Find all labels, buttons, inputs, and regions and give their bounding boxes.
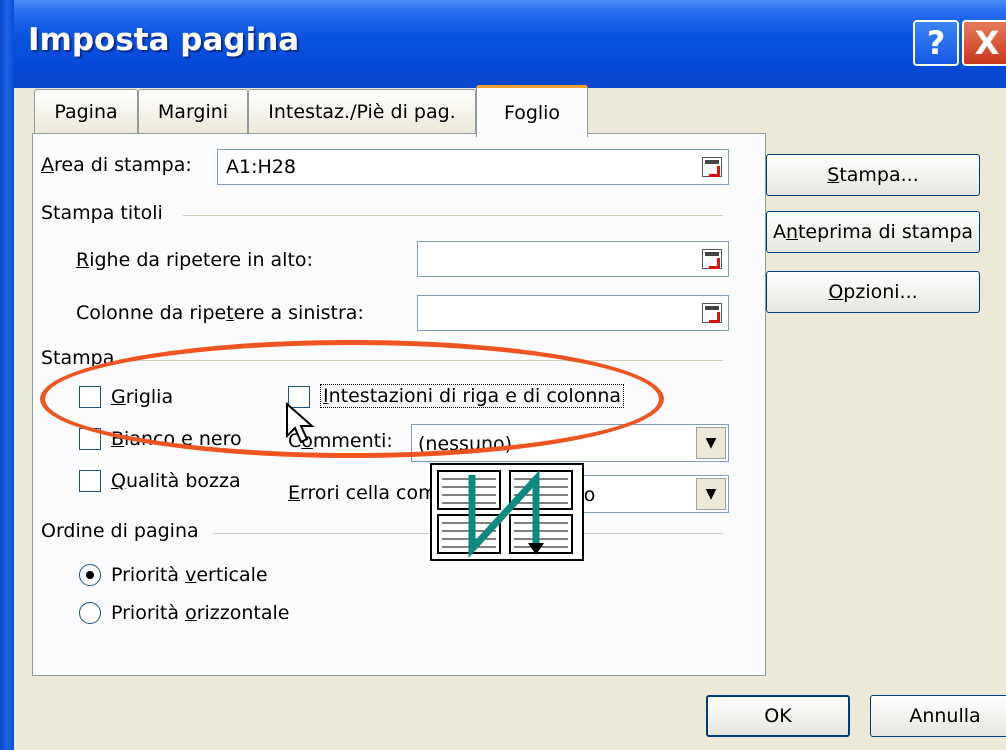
tab-margini[interactable]: Margini — [138, 89, 248, 133]
rows-to-repeat-input[interactable] — [417, 241, 729, 277]
draft-quality-checkbox[interactable] — [79, 470, 101, 492]
tab-foglio[interactable]: Foglio — [476, 85, 588, 137]
dropdown-arrow-icon[interactable]: ▼ — [696, 478, 726, 510]
over-then-down-radio[interactable] — [79, 602, 101, 624]
tab-intestazioni[interactable]: Intestaz./Piè di pag. — [248, 89, 476, 133]
close-icon: X — [974, 24, 1000, 62]
tab-label: Pagina — [54, 100, 118, 123]
dropdown-arrow-icon[interactable]: ▼ — [696, 427, 726, 459]
dialog-title: Imposta pagina — [28, 22, 300, 58]
ok-label: OK — [764, 705, 792, 727]
divider — [183, 215, 723, 216]
mouse-cursor-icon — [286, 402, 315, 444]
print-area-value: A1:H28 — [226, 156, 296, 178]
draft-quality-label: Qualità bozza — [111, 470, 241, 492]
print-titles-heading: Stampa titoli — [41, 202, 163, 224]
page-order-preview-icon — [430, 463, 584, 561]
close-button[interactable]: X — [962, 20, 1006, 66]
page-setup-dialog: Imposta pagina ? X Pagina Margini Intest… — [0, 0, 1006, 750]
print-area-input[interactable]: A1:H28 — [217, 149, 729, 185]
tab-pagina[interactable]: Pagina — [34, 89, 138, 133]
highlight-ellipse — [40, 340, 664, 458]
options-button[interactable]: Opzioni... — [766, 271, 980, 313]
collapse-dialog-icon[interactable] — [702, 249, 722, 269]
print-area-label: Area di stampa: — [41, 154, 192, 176]
down-then-over-radio[interactable] — [79, 564, 101, 586]
cols-to-repeat-input[interactable] — [417, 295, 729, 331]
down-then-over-label: Priorità verticale — [111, 564, 268, 586]
tab-label: Margini — [157, 100, 229, 123]
help-button[interactable]: ? — [913, 20, 959, 66]
over-then-down-label: Priorità orizzontale — [111, 602, 290, 624]
collapse-dialog-icon[interactable] — [702, 303, 722, 323]
cols-to-repeat-label: Colonne da ripetere a sinistra: — [76, 302, 364, 324]
print-button[interactable]: Stampa... — [766, 154, 980, 196]
ok-button[interactable]: OK — [706, 695, 850, 737]
cancel-label: Annulla — [909, 705, 981, 727]
page-order-heading: Ordine di pagina — [41, 520, 199, 542]
window-frame-left — [0, 0, 14, 750]
cancel-button[interactable]: Annulla — [870, 695, 1006, 737]
help-icon: ? — [926, 24, 946, 62]
tab-label: Intestaz./Piè di pag. — [268, 100, 456, 123]
title-bar[interactable]: Imposta pagina ? X — [0, 0, 1006, 88]
rows-to-repeat-label: Righe da ripetere in alto: — [76, 249, 313, 271]
collapse-dialog-icon[interactable] — [702, 157, 722, 177]
print-preview-button[interactable]: An teprima di stampa — [766, 211, 980, 253]
tab-label: Foglio — [503, 101, 561, 124]
